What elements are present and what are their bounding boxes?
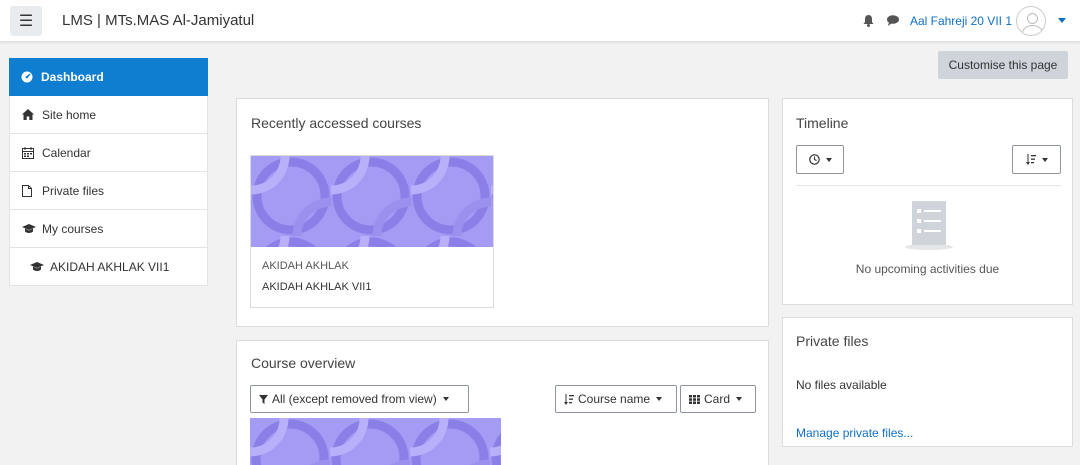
drawer-item-label: My courses — [42, 221, 104, 236]
drawer-item-dashboard[interactable]: Dashboard — [9, 58, 208, 96]
dashboard-icon — [21, 71, 37, 83]
drawer-item-course-akidah-akhlak[interactable]: AKIDAH AKHLAK VII1 — [9, 248, 208, 286]
course-overview-block: Course overview All (except removed from… — [236, 340, 769, 465]
course-image[interactable] — [250, 418, 501, 465]
view-label: Card — [704, 392, 731, 406]
hamburger-icon: ☰ — [18, 12, 34, 30]
drawer-item-label: AKIDAH AKHLAK VII1 — [50, 259, 170, 274]
menu-toggle-button[interactable]: ☰ — [10, 5, 42, 36]
manage-private-files-link[interactable]: Manage private files... — [796, 426, 913, 440]
sort-label: Course name — [578, 392, 651, 406]
avatar[interactable] — [1016, 5, 1046, 36]
filter-icon — [259, 394, 268, 404]
graduation-cap-icon — [30, 261, 46, 272]
timeline-block: Timeline No upcoming activities due — [782, 98, 1073, 305]
empty-list-icon — [903, 201, 955, 254]
course-filter-dropdown[interactable]: All (except removed from view) — [250, 385, 469, 413]
drawer-item-private-files[interactable]: Private files — [9, 172, 208, 210]
course-image[interactable] — [251, 156, 493, 247]
bell-icon[interactable] — [862, 14, 876, 28]
drawer-item-calendar[interactable]: Calendar — [9, 134, 208, 172]
drawer-item-label: Dashboard — [41, 70, 104, 84]
site-name[interactable]: LMS | MTs.MAS Al-Jamiyatul — [62, 12, 254, 29]
block-title: Course overview — [251, 355, 356, 371]
navbar: ☰ LMS | MTs.MAS Al-Jamiyatul Aal Fahreji… — [0, 0, 1080, 42]
drawer-item-label: Site home — [42, 107, 97, 122]
drawer-item-label: Calendar — [42, 145, 91, 160]
chevron-down-icon — [1041, 157, 1048, 162]
sort-dropdown[interactable]: Course name — [555, 385, 677, 413]
clock-icon — [808, 154, 820, 165]
filter-label: All (except removed from view) — [272, 392, 437, 406]
chevron-down-icon — [736, 397, 743, 401]
chevron-down-icon — [825, 157, 832, 162]
nav-drawer: Dashboard Site home Calendar Private fil… — [9, 58, 208, 286]
graduation-cap-icon — [22, 223, 38, 234]
calendar-icon — [22, 146, 38, 159]
sort-icon — [564, 393, 574, 405]
recently-accessed-courses-block: Recently accessed courses AKIDAH AKHLAK … — [236, 98, 769, 327]
file-icon — [22, 184, 38, 197]
message-icon[interactable] — [886, 14, 900, 28]
timeline-day-filter-dropdown[interactable] — [796, 145, 844, 174]
drawer-item-label: Private files — [42, 183, 105, 198]
chevron-down-icon — [442, 397, 449, 401]
user-name[interactable]: Aal Fahreji 20 VII 1 — [910, 14, 1012, 28]
timeline-sort-dropdown[interactable] — [1012, 145, 1061, 174]
grid-icon — [689, 394, 700, 404]
view-dropdown[interactable]: Card — [680, 385, 756, 413]
course-card[interactable]: AKIDAH AKHLAK AKIDAH AKHLAK VII1 — [250, 155, 494, 308]
customise-page-button[interactable]: Customise this page — [938, 51, 1068, 79]
block-title: Recently accessed courses — [251, 115, 422, 131]
home-icon — [22, 109, 38, 120]
private-files-block: Private files No files available Manage … — [782, 317, 1073, 447]
drawer-item-site-home[interactable]: Site home — [9, 96, 208, 134]
timeline-empty-message: No upcoming activities due — [855, 262, 1000, 276]
drawer-item-my-courses[interactable]: My courses — [9, 210, 208, 248]
sort-icon — [1025, 154, 1036, 165]
user-menu-caret-icon[interactable] — [1058, 18, 1066, 23]
course-category: AKIDAH AKHLAK — [262, 260, 349, 272]
block-title: Private files — [796, 333, 869, 349]
chevron-down-icon — [656, 397, 663, 401]
no-files-message: No files available — [796, 378, 887, 392]
block-title: Timeline — [796, 115, 849, 131]
divider — [796, 185, 1061, 186]
course-name-link[interactable]: AKIDAH AKHLAK VII1 — [262, 281, 371, 293]
